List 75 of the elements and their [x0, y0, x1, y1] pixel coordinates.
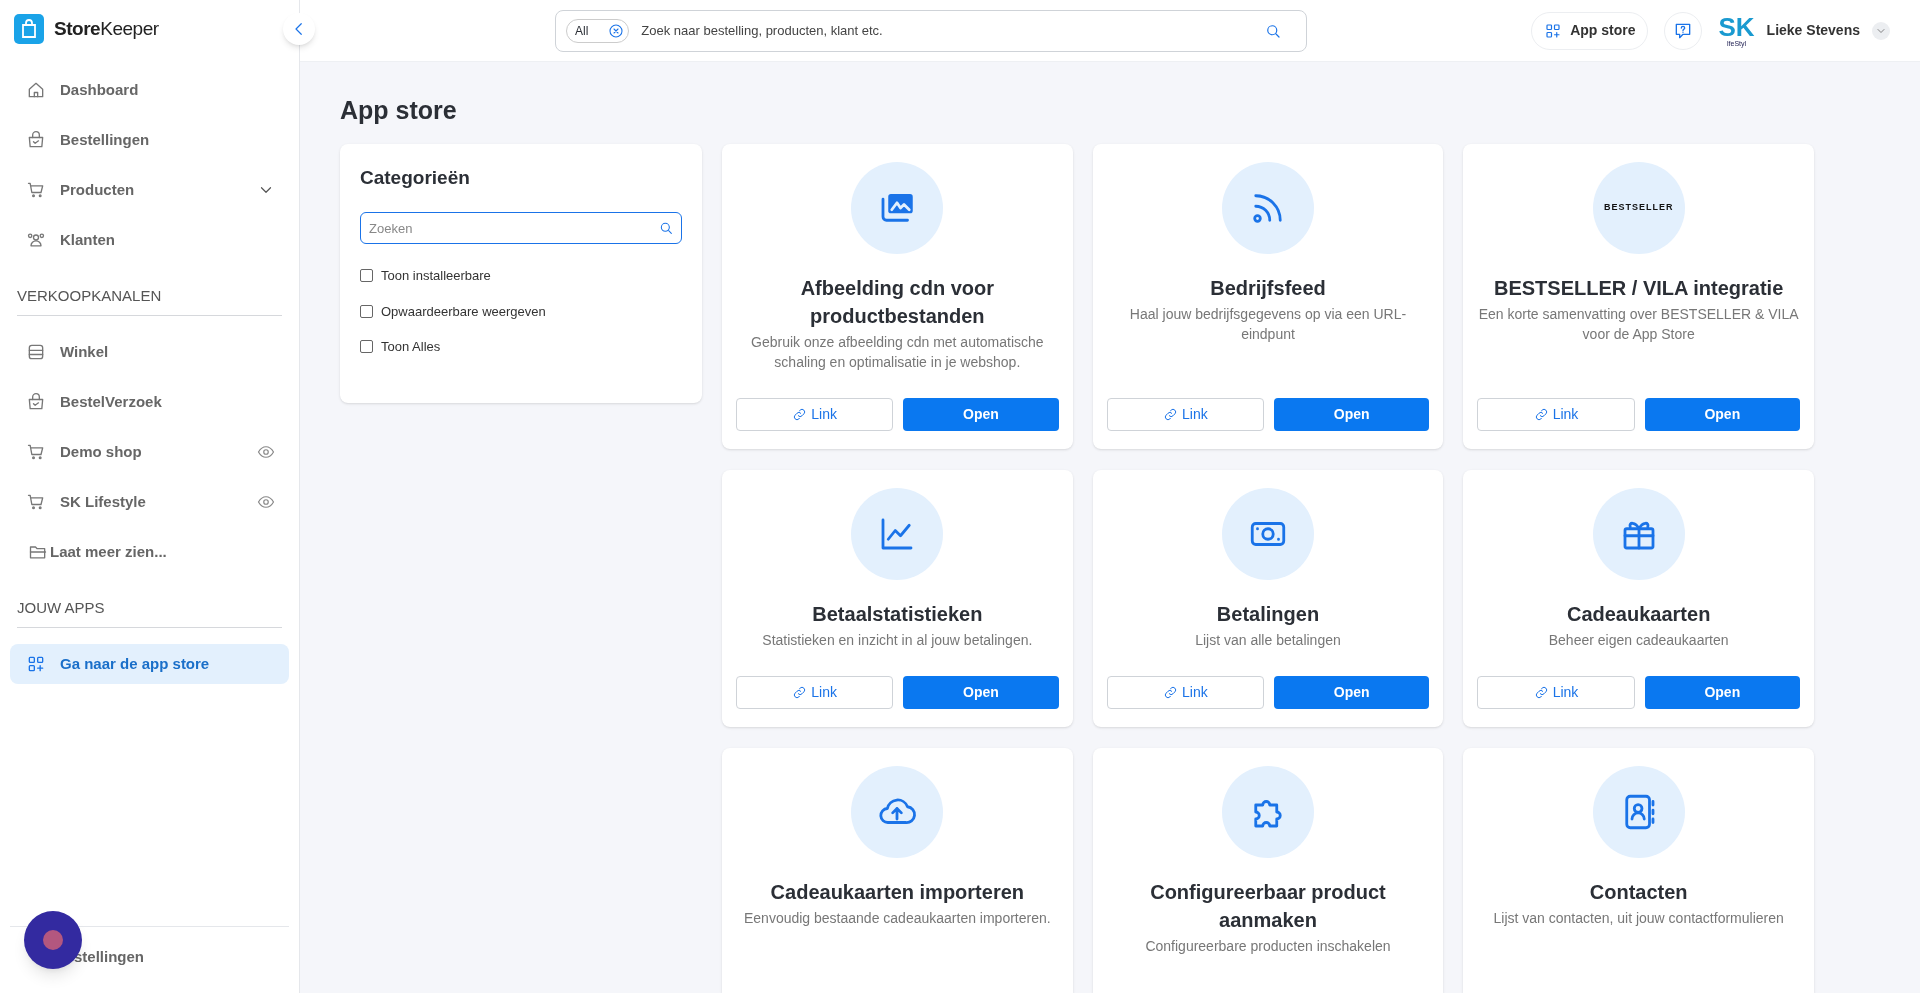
page-title: App store — [340, 95, 458, 126]
cart-icon — [26, 180, 46, 200]
app-title: Afbeelding cdn voor productbestanden — [799, 275, 995, 329]
apps-icon — [26, 654, 46, 674]
app-title: BESTSELLER / VILA integratie — [1493, 275, 1785, 301]
app-title: Betalingen — [1215, 601, 1321, 627]
user-name: Lieke Stevens — [1766, 21, 1860, 40]
shopping-bag-logo-icon — [14, 14, 44, 44]
open-button[interactable]: Open — [903, 397, 1059, 431]
app-description: Statistieken en inzicht in al jouw betalingen. — [762, 630, 1033, 650]
app-description: Gebruik onze afbeelding cdn met automatische schaling en optimalisatie in je webshop. — [750, 332, 1045, 372]
open-button[interactable]: Open — [1274, 397, 1430, 431]
section-heading: JOUW APPS — [17, 599, 105, 616]
store-icon — [26, 342, 46, 362]
sidebar-item[interactable]: Klanten — [10, 220, 289, 260]
checkbox[interactable] — [360, 304, 373, 318]
app-title: Contacten — [1588, 879, 1689, 905]
sidebar-item[interactable]: Laat meer zien... — [10, 532, 289, 572]
link-button[interactable]: Link — [1477, 397, 1635, 431]
search-field[interactable]: Zoek naar bestelling, producten, klant etc. — [641, 20, 1252, 41]
section-heading: VERKOOPKANALEN — [17, 287, 162, 304]
basket-icon — [26, 392, 46, 412]
app-title: Configureerbaar product aanmaken — [1149, 879, 1387, 933]
open-button[interactable]: Open — [1644, 675, 1800, 709]
app-title: Bedrijfsfeed — [1209, 275, 1327, 301]
link-button[interactable]: Link — [1106, 675, 1264, 709]
app-description: Lijst van alle betalingen — [1195, 630, 1341, 650]
sidebar-item[interactable]: Winkel — [10, 332, 289, 372]
cart-icon — [26, 492, 46, 512]
link-button[interactable]: Link — [736, 397, 894, 431]
app-description: Configureerbare producten inschakelen — [1145, 936, 1391, 956]
sidebar-item[interactable]: SK Lifestyle — [10, 482, 289, 522]
search-bar[interactable]: All Zoek naar bestelling, producten, klant etc. — [555, 9, 1307, 52]
sidebar-item[interactable]: Dashboard — [10, 70, 289, 110]
link-icon — [792, 406, 808, 422]
link-icon — [1533, 406, 1549, 422]
brand-name: StoreKeeper — [54, 16, 159, 41]
apps-icon — [1544, 21, 1563, 40]
app-description: Een korte samenvatting over BESTSELLER & VILA voor de App Store — [1477, 304, 1800, 344]
sidebar-item[interactable]: Producten — [10, 170, 289, 210]
link-button[interactable]: Link — [1106, 397, 1264, 431]
house-icon — [26, 80, 46, 100]
app-title: Betaalstatistieken — [811, 601, 984, 627]
app-description: Eenvoudig bestaande cadeaukaarten importeren. — [744, 908, 1051, 928]
checkbox[interactable] — [360, 269, 373, 283]
app-description: Haal jouw bedrijfsgegevens op via een URL-eindpunt — [1128, 304, 1408, 344]
sidebar-item[interactable]: Ga naar de app store — [10, 644, 289, 684]
link-icon — [792, 684, 808, 700]
panel-title: Categorieën — [360, 165, 471, 190]
sidebar-item[interactable]: BestelVerzoek — [10, 382, 289, 422]
link-button[interactable]: Link — [736, 675, 894, 709]
filter-label: Opwaardeerbare weergeven — [381, 302, 546, 321]
link-icon — [1163, 406, 1178, 422]
sidebar-item[interactable]: Demo shop — [10, 432, 289, 472]
filter-label: Toon Alles — [381, 338, 441, 356]
cart-icon — [26, 442, 46, 462]
app-description: Lijst van contacten, uit jouw contactformulieren — [1493, 908, 1784, 928]
clear-icon — [608, 22, 625, 39]
link-icon — [1163, 684, 1178, 700]
open-button[interactable]: Open — [1274, 675, 1430, 709]
search-icon — [658, 220, 674, 236]
basket-icon — [26, 130, 46, 150]
open-button[interactable]: Open — [903, 675, 1059, 709]
app-title: Cadeaukaarten — [1565, 601, 1712, 627]
app-title: Cadeaukaarten importeren — [769, 879, 1026, 905]
sidebar-item[interactable]: stellingen — [74, 948, 144, 965]
sidebar-item[interactable]: Bestellingen — [10, 120, 289, 160]
link-button[interactable]: Link — [1477, 675, 1635, 709]
brand-logo: BESTSELLER — [1592, 161, 1685, 254]
checkbox[interactable] — [360, 340, 373, 354]
open-button[interactable]: Open — [1644, 397, 1800, 431]
link-icon — [1533, 684, 1549, 700]
category-search-field[interactable]: Zoeken — [360, 212, 682, 244]
filter-label: Toon installeerbare — [381, 267, 491, 285]
app-description: Beheer eigen cadeaukaarten — [1548, 630, 1729, 650]
